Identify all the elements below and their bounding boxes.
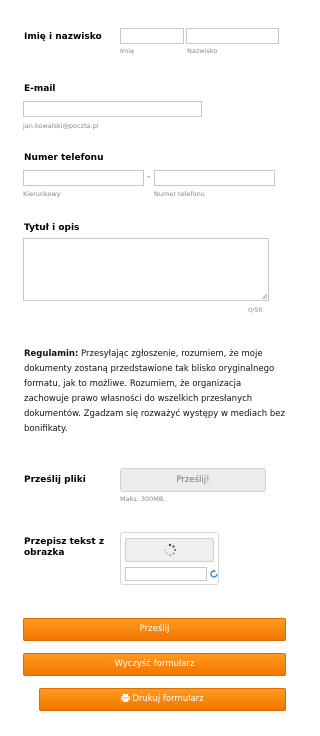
- first-name-input[interactable]: [120, 28, 184, 44]
- terms-paragraph: Regulamin: Przesyłając zgłoszenie, rozum…: [24, 347, 286, 437]
- phone-number-input[interactable]: [154, 170, 275, 186]
- print-form-label: Drukuj formularz: [132, 694, 204, 704]
- terms-heading: Regulamin:: [24, 349, 79, 359]
- email-label: E-mail: [24, 84, 56, 94]
- phone-label: Numer telefonu: [24, 153, 104, 163]
- captcha-label: Przepisz tekst z obrazka: [24, 537, 105, 558]
- resize-handle-icon[interactable]: [261, 293, 267, 299]
- upload-label: Prześlij pliki: [24, 475, 86, 485]
- captcha-input[interactable]: [125, 567, 207, 581]
- print-form-button[interactable]: Drukuj formularz: [39, 688, 286, 711]
- name-label: Imię i nazwisko: [24, 32, 102, 42]
- description-counter: 0/50: [248, 306, 263, 314]
- refresh-icon[interactable]: [209, 569, 219, 579]
- phone-area-input[interactable]: [23, 170, 144, 186]
- loading-spinner-icon: [163, 543, 177, 557]
- clear-form-button[interactable]: Wyczyść formularz: [23, 653, 286, 676]
- phone-area-hint: Kierunkowy: [23, 190, 61, 198]
- email-hint: jan.kowalski@poczta.pl: [23, 122, 99, 130]
- first-name-hint: Imię: [120, 47, 135, 55]
- description-label: Tytuł i opis: [24, 223, 80, 233]
- printer-icon: [121, 694, 131, 702]
- upload-hint: Maks. 300MB.: [120, 495, 166, 503]
- upload-button[interactable]: Prześlij!: [120, 468, 266, 492]
- terms-text: Przesyłając zgłoszenie, rozumiem, że moj…: [24, 349, 285, 434]
- phone-number-hint: Numer telefonu: [154, 190, 205, 198]
- submit-button[interactable]: Prześlij: [23, 618, 286, 641]
- captcha-container: [120, 532, 219, 585]
- captcha-image: [125, 538, 214, 562]
- phone-separator: -: [147, 172, 151, 182]
- email-input[interactable]: [23, 101, 202, 117]
- last-name-hint: Nazwisko: [187, 47, 218, 55]
- description-textarea[interactable]: [23, 238, 269, 301]
- last-name-input[interactable]: [186, 28, 279, 44]
